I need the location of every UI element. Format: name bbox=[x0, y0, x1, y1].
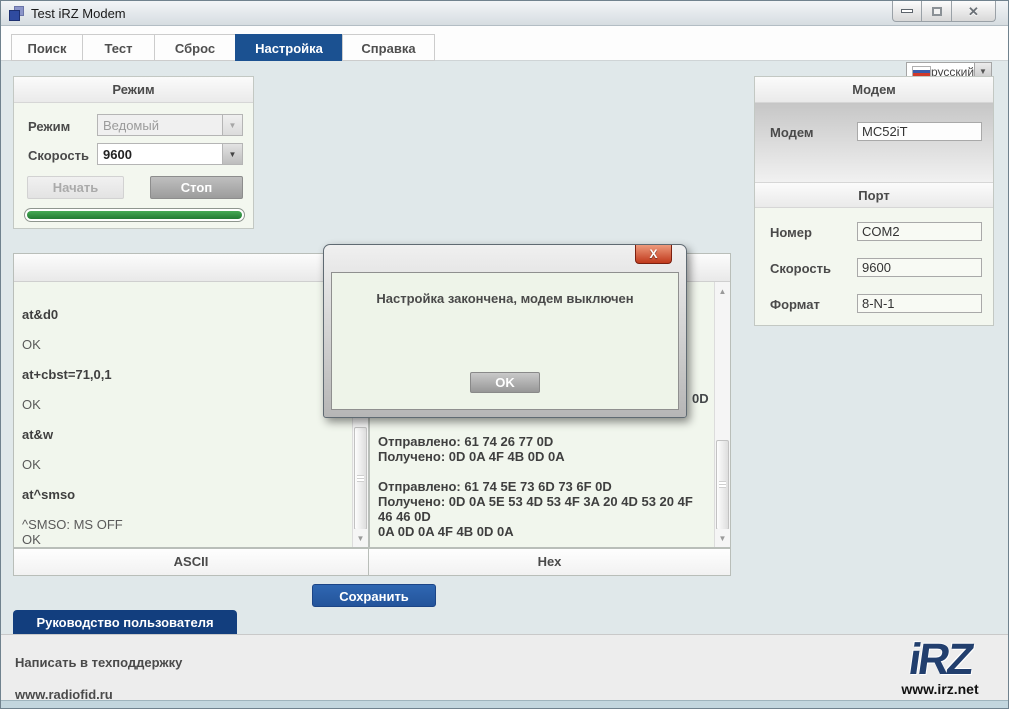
log-line: Отправлено: 61 74 26 77 0D bbox=[378, 434, 710, 449]
dialog-body: Настройка закончена, модем выключен OK bbox=[331, 272, 679, 410]
log-line bbox=[22, 472, 344, 487]
log-line: 0A 0D 0A 4F 4B 0D 0A bbox=[378, 524, 710, 539]
port-panel-title: Порт bbox=[755, 182, 993, 208]
log-line: Получено: 0D 0A 5E 53 4D 53 4F 3A 20 4D … bbox=[378, 494, 710, 524]
scroll-down-icon[interactable]: ▼ bbox=[715, 529, 730, 547]
port-speed-field[interactable]: 9600 bbox=[857, 258, 982, 277]
log-line: at+cbst=71,0,1 bbox=[22, 367, 344, 382]
port-format-label: Формат bbox=[770, 297, 820, 312]
mode-panel: Режим Режим Ведомый ▼ Скорость 9600 ▼ На… bbox=[13, 76, 254, 229]
modem-section: Модем MC52iT bbox=[755, 103, 993, 182]
log-line: ^SMSO: MS OFF bbox=[22, 517, 344, 532]
speed-label: Скорость bbox=[28, 148, 89, 163]
ascii-footer-label: ASCII bbox=[13, 548, 369, 576]
stop-button[interactable]: Стоп bbox=[150, 176, 243, 199]
grip-icon bbox=[357, 475, 364, 482]
tab-settings[interactable]: Настройка bbox=[235, 34, 342, 61]
irz-logo: iRZ www.irz.net bbox=[890, 637, 990, 697]
log-line bbox=[378, 464, 710, 479]
log-line bbox=[22, 382, 344, 397]
port-number-label: Номер bbox=[770, 225, 812, 240]
dialog-message: Настройка закончена, модем выключен bbox=[332, 291, 678, 306]
log-line: OK bbox=[22, 397, 344, 412]
log-line: Получено: 0D 0A 4F 4B 0D 0A bbox=[378, 449, 710, 464]
log-line bbox=[22, 322, 344, 337]
dialog-ok-button[interactable]: OK bbox=[470, 372, 540, 393]
scroll-up-icon[interactable]: ▲ bbox=[715, 282, 730, 300]
maximize-icon bbox=[932, 7, 942, 16]
start-button: Начать bbox=[27, 176, 124, 199]
window-bottom-edge bbox=[1, 700, 1008, 708]
log-line: Отправлено: 61 74 5E 73 6D 73 6F 0D bbox=[378, 479, 710, 494]
manual-tab[interactable]: Руководство пользователя bbox=[13, 610, 237, 635]
progress-bar bbox=[24, 208, 245, 222]
ascii-log-content[interactable]: at&d0 OK at+cbst=71,0,1 OK at&w OK at^sm… bbox=[14, 282, 352, 547]
tab-bar: ПоискТестСбросНастройкаСправка bbox=[11, 34, 435, 61]
log-line bbox=[22, 442, 344, 457]
irz-logo-text: iRZ bbox=[887, 637, 993, 683]
ascii-log-pane: at&d0 OK at+cbst=71,0,1 OK at&w OK at^sm… bbox=[13, 253, 369, 548]
hex-scrollbar[interactable]: ▲ ▼ bbox=[714, 282, 730, 547]
close-button[interactable]: ✕ bbox=[952, 1, 996, 22]
tab-test[interactable]: Тест bbox=[82, 34, 154, 61]
mode-value: Ведомый bbox=[98, 118, 222, 133]
chevron-down-icon[interactable]: ▼ bbox=[222, 144, 242, 164]
chevron-down-icon: ▼ bbox=[222, 115, 242, 135]
port-format-field[interactable]: 8-N-1 bbox=[857, 294, 982, 313]
tab-help[interactable]: Справка bbox=[342, 34, 435, 61]
save-button[interactable]: Сохранить bbox=[312, 584, 436, 607]
mode-label: Режим bbox=[28, 119, 70, 134]
modem-panel: Модем Модем MC52iT Порт Номер COM2 Скоро… bbox=[754, 76, 994, 326]
ascii-pane-header bbox=[14, 254, 368, 282]
mode-panel-title: Режим bbox=[14, 77, 253, 103]
app-window: Test iRZ Modem ✕ ПоискТестСбросНастройка… bbox=[0, 0, 1009, 709]
port-number-field[interactable]: COM2 bbox=[857, 222, 982, 241]
scroll-thumb[interactable] bbox=[354, 427, 367, 530]
message-dialog: X Настройка закончена, модем выключен OK bbox=[323, 244, 687, 418]
modem-label: Модем bbox=[770, 125, 814, 140]
scroll-down-icon[interactable]: ▼ bbox=[353, 529, 368, 547]
log-line bbox=[22, 412, 344, 427]
modem-panel-title: Модем bbox=[755, 77, 993, 103]
log-line bbox=[22, 502, 344, 517]
dialog-close-button[interactable]: X bbox=[635, 245, 672, 264]
title-bar[interactable]: Test iRZ Modem ✕ bbox=[1, 1, 1008, 26]
footer: Написать в техподдержку www.radiofid.ru … bbox=[1, 634, 1008, 701]
log-line: at&d0 bbox=[22, 307, 344, 322]
minimize-button[interactable] bbox=[892, 1, 922, 22]
hex-log-lines: Отправлено: 61 74 26 77 0DПолучено: 0D 0… bbox=[378, 434, 710, 539]
log-line: at^smso bbox=[22, 487, 344, 502]
scroll-thumb[interactable] bbox=[716, 440, 729, 530]
window-title: Test iRZ Modem bbox=[31, 6, 126, 21]
tab-search[interactable]: Поиск bbox=[11, 34, 82, 61]
maximize-button[interactable] bbox=[922, 1, 952, 22]
tab-strip: ПоискТестСбросНастройкаСправка русский ▼ bbox=[1, 26, 1008, 61]
port-speed-label: Скорость bbox=[770, 261, 831, 276]
modem-field[interactable]: MC52iT bbox=[857, 122, 982, 141]
support-link[interactable]: Написать в техподдержку bbox=[15, 655, 182, 670]
window-controls: ✕ bbox=[892, 1, 996, 22]
log-line: OK bbox=[22, 337, 344, 352]
minimize-icon bbox=[901, 9, 913, 13]
speed-value: 9600 bbox=[98, 147, 222, 162]
hex-partial-line: 0D bbox=[692, 391, 709, 406]
log-line: at&w bbox=[22, 427, 344, 442]
log-line: OK bbox=[22, 532, 344, 547]
hex-footer-label: Hex bbox=[368, 548, 731, 576]
close-icon: ✕ bbox=[968, 5, 979, 18]
app-icon bbox=[9, 6, 25, 22]
log-line: OK bbox=[22, 457, 344, 472]
log-line bbox=[22, 352, 344, 367]
grip-icon bbox=[719, 481, 726, 488]
tab-reset[interactable]: Сброс bbox=[154, 34, 235, 61]
progress-fill bbox=[27, 211, 242, 219]
mode-dropdown: Ведомый ▼ bbox=[97, 114, 243, 136]
speed-dropdown[interactable]: 9600 ▼ bbox=[97, 143, 243, 165]
